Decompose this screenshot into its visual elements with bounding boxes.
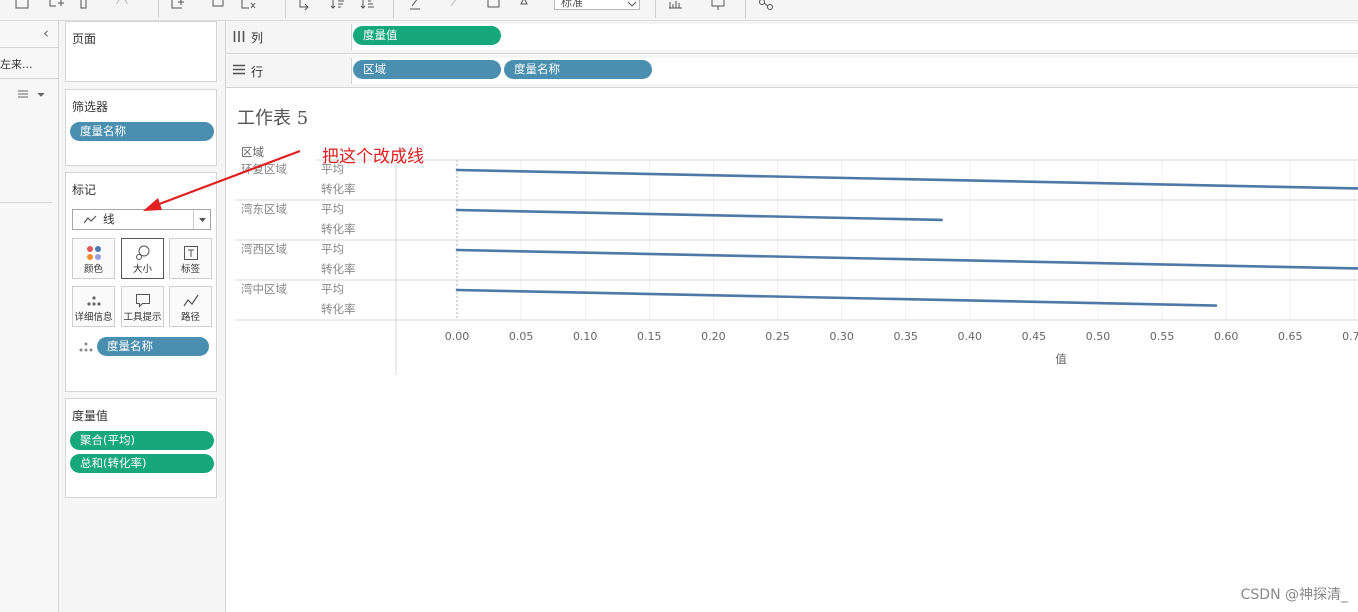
measure-label: 转化率 bbox=[321, 302, 356, 316]
path-icon bbox=[183, 294, 199, 307]
marks-path-button[interactable]: 路径 bbox=[169, 286, 212, 327]
annotation-arrow bbox=[246, 145, 324, 208]
x-tick-label: 0.55 bbox=[1150, 330, 1175, 343]
columns-shelf[interactable]: 列 度量值 bbox=[226, 21, 1358, 54]
line-mark-icon bbox=[83, 215, 97, 224]
measure-pill-avg[interactable]: 聚合(平均) bbox=[70, 431, 214, 450]
data-pane: ‹ 左来... bbox=[0, 21, 59, 612]
group-icon[interactable] bbox=[447, 0, 463, 16]
x-tick-label: 0.10 bbox=[573, 330, 598, 343]
marks-size-button[interactable]: 大小 bbox=[121, 238, 164, 279]
filters-card[interactable]: 筛选器 度量名称 bbox=[65, 89, 217, 166]
rows-icon bbox=[233, 64, 245, 75]
sort-asc-icon[interactable] bbox=[330, 0, 346, 16]
region-label: 湾西区域 bbox=[241, 242, 287, 256]
x-tick-label: 0.45 bbox=[1022, 330, 1047, 343]
sort-desc-icon[interactable] bbox=[360, 0, 376, 16]
chevron-down-icon[interactable] bbox=[624, 0, 640, 16]
region-label: 湾中区域 bbox=[241, 282, 287, 296]
presentation-icon[interactable] bbox=[710, 0, 726, 16]
columns-drop-zone[interactable]: 度量值 bbox=[351, 24, 1358, 50]
swap-icon[interactable] bbox=[297, 0, 313, 16]
new-sheet-icon[interactable] bbox=[170, 0, 186, 16]
show-labels-icon[interactable] bbox=[486, 0, 502, 16]
cards-column: 页面 筛选器 度量名称 标记 线 颜色 大小 标签 详细信息 工具提示 路径 度… bbox=[59, 21, 226, 612]
marks-tooltip-label: 工具提示 bbox=[123, 312, 162, 323]
marks-tooltip-button[interactable]: 工具提示 bbox=[121, 286, 164, 327]
save-icon[interactable] bbox=[14, 0, 30, 16]
duplicate-icon[interactable] bbox=[78, 0, 94, 16]
x-tick-label: 0.20 bbox=[701, 330, 726, 343]
detail-icon bbox=[79, 342, 93, 352]
mark-type-label: 线 bbox=[103, 212, 115, 226]
marks-size-label: 大小 bbox=[132, 264, 152, 275]
pin-icon[interactable] bbox=[516, 0, 532, 16]
toolbar: 标准 bbox=[0, 0, 1358, 21]
marks-path-label: 路径 bbox=[180, 312, 200, 323]
pages-card-title: 页面 bbox=[72, 32, 97, 46]
x-tick-label: 0.25 bbox=[765, 330, 790, 343]
x-tick-label: 0.65 bbox=[1278, 330, 1303, 343]
show-me-icon[interactable] bbox=[668, 0, 684, 16]
collapse-pane-icon[interactable]: ‹ bbox=[43, 24, 49, 42]
new-datasource-icon[interactable] bbox=[48, 0, 64, 16]
columns-shelf-label: 列 bbox=[251, 31, 264, 45]
size-icon bbox=[136, 245, 150, 260]
x-tick-label: 0.50 bbox=[1086, 330, 1111, 343]
x-tick-label: 0.15 bbox=[637, 330, 662, 343]
x-tick-label: 0.05 bbox=[509, 330, 533, 343]
x-tick-label: 0.60 bbox=[1214, 330, 1239, 343]
columns-pill-measure-values[interactable]: 度量值 bbox=[353, 26, 501, 45]
filter-pill-measure-names[interactable]: 度量名称 bbox=[70, 122, 214, 141]
marks-color-label: 颜色 bbox=[83, 264, 103, 275]
measure-label: 平均 bbox=[321, 282, 344, 296]
duplicate-sheet-icon[interactable] bbox=[210, 0, 226, 16]
measure-values-title: 度量值 bbox=[72, 409, 109, 423]
rows-pill-measure-names[interactable]: 度量名称 bbox=[504, 60, 652, 79]
watermark: CSDN @神探清_ bbox=[1240, 587, 1348, 603]
color-icon bbox=[87, 246, 101, 260]
marks-label-button[interactable]: 标签 bbox=[169, 238, 212, 279]
x-tick-label: 0.35 bbox=[893, 330, 918, 343]
highlight-icon[interactable] bbox=[408, 0, 424, 16]
label-icon bbox=[184, 246, 198, 260]
rows-pill-region[interactable]: 区域 bbox=[353, 60, 501, 79]
marks-detail-label: 详细信息 bbox=[74, 312, 113, 323]
datasource-name[interactable]: 左来... bbox=[0, 56, 33, 72]
columns-icon bbox=[233, 31, 245, 42]
filters-card-title: 筛选器 bbox=[72, 100, 109, 114]
view-options-icon[interactable] bbox=[18, 89, 46, 101]
marks-card[interactable]: 标记 线 颜色 大小 标签 详细信息 工具提示 路径 度量名称 bbox=[65, 172, 217, 392]
rows-shelf[interactable]: 行 区域 度量名称 bbox=[226, 55, 1358, 88]
series-line bbox=[455, 248, 1358, 270]
marks-detail-button[interactable]: 详细信息 bbox=[72, 286, 115, 327]
x-tick-label: 0.30 bbox=[829, 330, 854, 343]
marks-color-button[interactable]: 颜色 bbox=[72, 238, 115, 279]
measure-label: 平均 bbox=[321, 242, 344, 256]
mark-type-select[interactable]: 线 bbox=[72, 209, 211, 230]
pages-card[interactable]: 页面 bbox=[65, 21, 217, 82]
marks-card-title: 标记 bbox=[72, 183, 97, 197]
series-line bbox=[455, 168, 1358, 190]
measure-pill-sum[interactable]: 总和(转化率) bbox=[70, 454, 214, 473]
measure-values-card[interactable]: 度量值 聚合(平均) 总和(转化率) bbox=[65, 398, 217, 498]
share-icon[interactable] bbox=[758, 0, 774, 16]
x-tick-label: 0.00 bbox=[445, 330, 470, 343]
detail-icon bbox=[87, 296, 101, 306]
x-tick-label: 0.70 bbox=[1342, 330, 1358, 343]
redo-icon[interactable] bbox=[115, 0, 131, 16]
series-line bbox=[455, 288, 1218, 307]
x-tick-label: 0.40 bbox=[958, 330, 983, 343]
rows-drop-zone[interactable]: 区域 度量名称 bbox=[351, 58, 1358, 84]
series-line bbox=[455, 208, 943, 222]
marks-label-label: 标签 bbox=[180, 264, 200, 275]
chevron-down-icon[interactable] bbox=[198, 217, 207, 223]
rows-shelf-label: 行 bbox=[251, 65, 264, 79]
clear-sheet-icon[interactable] bbox=[240, 0, 256, 16]
marks-detail-pill[interactable]: 度量名称 bbox=[97, 337, 209, 356]
x-axis-title: 值 bbox=[1055, 352, 1067, 366]
tooltip-icon bbox=[136, 294, 150, 308]
worksheet-view[interactable]: 工作表 5 区域 环复区域 平均 转化率 湾东区域 平均 转化率 湾西区域 平均 转化率 湾中区域平… bbox=[226, 88, 1358, 612]
measure-label: 转化率 bbox=[321, 262, 356, 276]
